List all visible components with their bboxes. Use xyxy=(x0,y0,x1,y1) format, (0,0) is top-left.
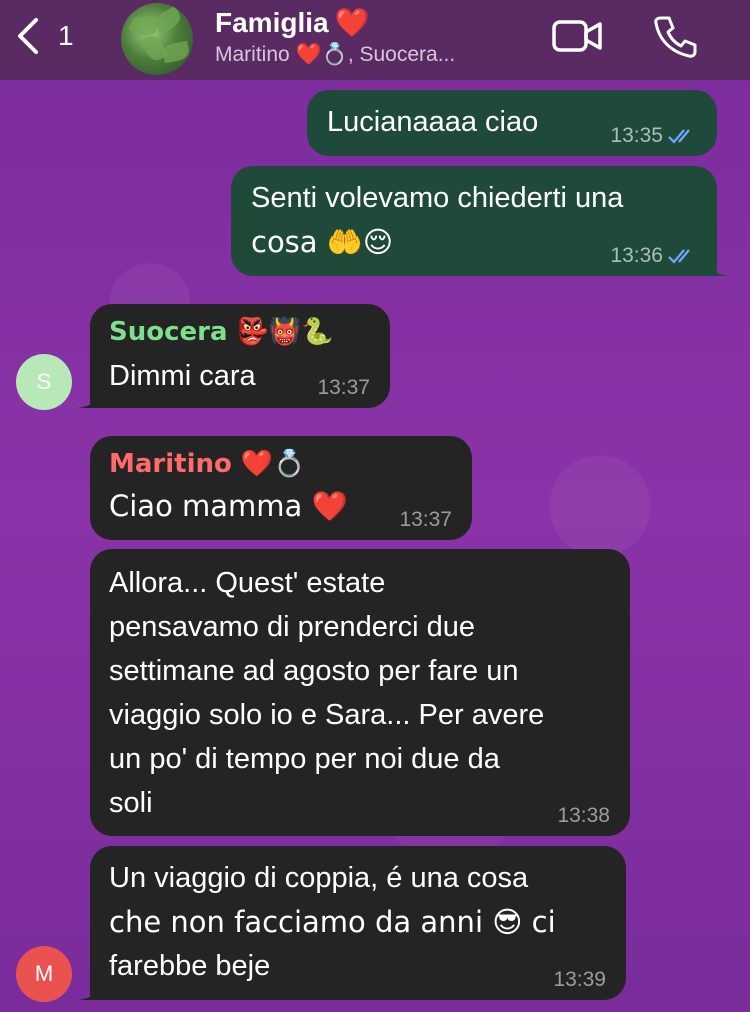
chevron-left-icon xyxy=(18,18,38,54)
voice-call-button[interactable] xyxy=(653,14,697,62)
avatar-letter: S xyxy=(36,369,52,394)
chat-title: Famiglia ❤️ xyxy=(215,6,455,39)
message-text-line: Senti volevamo chiederti una xyxy=(251,182,624,214)
sender-name[interactable]: Maritino ❤️💍 xyxy=(109,446,306,482)
message-text-line: viaggio solo io e Sara... Per avere xyxy=(109,699,545,731)
message-time: 13:37 xyxy=(317,376,370,400)
sender-name[interactable]: Suocera 👺👹🐍 xyxy=(109,314,334,350)
message-text-line: un po' di tempo per noi due da xyxy=(109,743,500,775)
message-text-line: cosa 🤲😌 xyxy=(251,225,394,259)
timestamp: 13:36 xyxy=(610,244,663,267)
sender-avatar[interactable]: M xyxy=(16,946,72,1002)
message-bubble-incoming[interactable]: Maritino ❤️💍 Ciao mamma ❤️ 13:37 xyxy=(90,436,472,540)
chat-members: Maritino ❤️💍, Suocera... xyxy=(215,43,456,66)
timestamp: 13:35 xyxy=(610,124,663,147)
message-text-line: farebbe beje xyxy=(109,950,271,982)
sender-avatar[interactable]: S xyxy=(16,354,72,410)
back-button[interactable]: 1 xyxy=(14,14,74,58)
timestamp: 13:38 xyxy=(557,804,610,827)
video-call-button[interactable] xyxy=(552,14,604,62)
phone-icon xyxy=(654,16,697,58)
chat-title-text: Famiglia xyxy=(215,6,329,38)
message-text-line: settimane ad agosto per fare un xyxy=(109,655,519,687)
bubble-tail xyxy=(78,384,102,408)
heart-emoji: ❤️ xyxy=(334,6,370,39)
chat-title-area[interactable]: Famiglia ❤️ Maritino ❤️💍, Suocera... xyxy=(215,6,455,67)
message-text: Lucianaaaa ciao xyxy=(327,106,539,138)
unread-count: 1 xyxy=(58,20,74,51)
message-bubble-outgoing[interactable]: Lucianaaaa ciao 13:35 xyxy=(307,90,717,156)
timestamp: 13:39 xyxy=(553,968,606,991)
message-text-block: Allora... Quest' estate pensavamo di pre… xyxy=(109,561,544,825)
double-check-icon xyxy=(668,249,690,264)
message-time: 13:35 xyxy=(610,124,697,148)
bubble-tail xyxy=(78,976,102,1000)
video-camera-icon xyxy=(552,20,602,52)
group-avatar[interactable] xyxy=(121,3,193,75)
timestamp: 13:37 xyxy=(399,508,452,531)
message-text-line: soli xyxy=(109,787,153,819)
message-bubble-incoming[interactable]: Allora... Quest' estate pensavamo di pre… xyxy=(90,549,630,836)
timestamp: 13:37 xyxy=(317,376,370,399)
double-check-icon xyxy=(668,129,690,144)
message-text: Ciao mamma ❤️ xyxy=(109,489,348,523)
message-bubble-outgoing[interactable]: Senti volevamo chiederti una cosa 🤲😌 13:… xyxy=(231,166,729,276)
chat-header: 1 Famiglia ❤️ Maritino ❤️💍, Suocera... xyxy=(0,0,750,80)
message-bubble-incoming[interactable]: Un viaggio di coppia, é una cosa che non… xyxy=(78,846,626,1000)
message-time: 13:39 xyxy=(553,968,606,992)
message-text-line: pensavamo di prenderci due xyxy=(109,611,475,643)
bubble-tail xyxy=(705,252,729,276)
message-time: 13:38 xyxy=(557,804,610,828)
message-text-line: Un viaggio di coppia, é una cosa xyxy=(109,862,529,894)
avatar-letter: M xyxy=(34,961,54,986)
message-time: 13:37 xyxy=(399,508,452,532)
message-text-line: Allora... Quest' estate xyxy=(109,567,386,599)
message-text: Dimmi cara xyxy=(109,360,256,392)
message-text-block: Un viaggio di coppia, é una cosa che non… xyxy=(109,856,556,988)
message-text-line: che non facciamo da anni 😎 ci xyxy=(109,905,556,939)
message-time: 13:36 xyxy=(610,244,697,268)
message-bubble-incoming[interactable]: Suocera 👺👹🐍 Dimmi cara 13:37 xyxy=(78,304,390,408)
